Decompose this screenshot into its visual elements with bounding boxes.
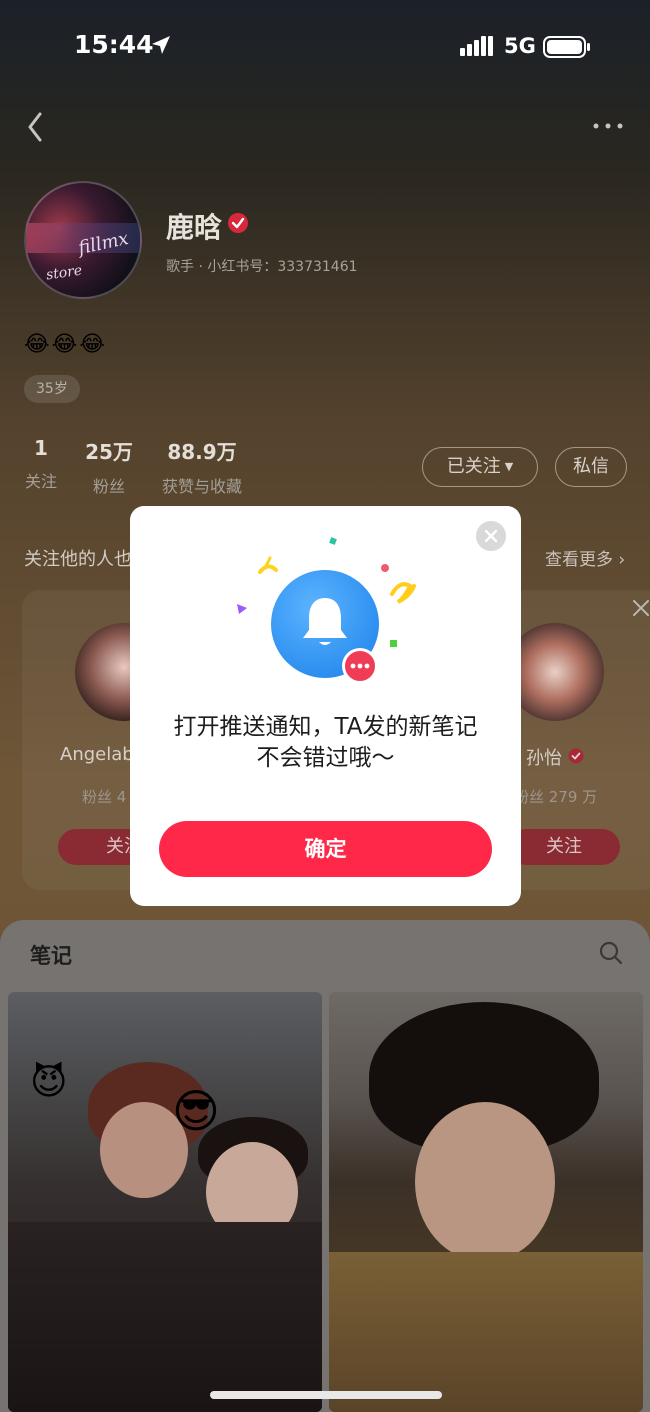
tab-notes[interactable]: 笔记 — [30, 940, 72, 970]
note-photo-face — [415, 1102, 555, 1262]
suggested-user-fans: 粉丝 4 — [82, 788, 127, 806]
caret-down-icon: ▼ — [504, 460, 514, 473]
following-button-label: 已关注 — [446, 456, 501, 477]
suggested-follow-button[interactable]: 关注 — [508, 829, 620, 865]
dialog-message-line-2: 不会错过哦～ — [256, 745, 395, 771]
see-more-link[interactable]: 查看更多 › — [545, 545, 625, 570]
more-dots-badge-icon — [342, 648, 378, 684]
age-tag: 35岁 — [24, 375, 80, 403]
home-indicator[interactable] — [210, 1391, 442, 1399]
signal-icon — [460, 36, 493, 56]
avatar-sub-text: store — [45, 262, 84, 284]
verified-badge-icon — [228, 213, 248, 233]
stat-likes-value: 88.9万 — [167, 440, 237, 464]
dots-icon — [350, 663, 370, 669]
see-more-label: 查看更多 — [545, 550, 613, 570]
note-photo-body — [8, 1222, 322, 1412]
status-time: 15:44 — [74, 30, 154, 59]
close-icon[interactable] — [476, 521, 506, 551]
status-bar: 15:44 5G — [0, 0, 650, 92]
close-icon[interactable] — [630, 597, 650, 619]
devil-emoji-sticker: 😈 — [30, 1062, 68, 1103]
bell-icon — [303, 598, 347, 645]
profile-name: 鹿晗 — [166, 211, 223, 244]
sunglasses-emoji-sticker: 😎 — [172, 1084, 220, 1138]
profile-sub-info: 歌手 · 小红书号：333731461 — [166, 259, 358, 275]
profile-screen: 15:44 5G fillmx store 鹿晗 歌手 · 小红书号：33373… — [0, 0, 650, 1412]
note-card[interactable] — [329, 992, 643, 1412]
bio-emojis: 😂😂😂 — [24, 332, 108, 357]
note-card[interactable]: 😈 😎 — [8, 992, 322, 1412]
stat-fans[interactable]: 25万 粉丝 — [84, 436, 134, 497]
stat-following-label: 关注 — [24, 472, 57, 491]
location-arrow-icon — [152, 36, 170, 54]
stat-following[interactable]: 1 关注 — [24, 436, 58, 492]
message-button[interactable]: 私信 — [555, 447, 627, 487]
more-icon[interactable] — [588, 112, 628, 140]
dialog-message-line-1: 打开推送通知，TA发的新笔记 — [173, 714, 478, 740]
search-icon[interactable] — [598, 940, 624, 966]
stat-fans-label: 粉丝 — [92, 477, 125, 496]
note-photo-body — [329, 1252, 643, 1412]
dialog-message: 打开推送通知，TA发的新笔记 不会错过哦～ — [130, 712, 521, 774]
stat-fans-value: 25万 — [85, 440, 133, 464]
battery-icon — [543, 36, 590, 58]
suggested-user-name: Angelab — [60, 744, 134, 765]
stat-likes[interactable]: 88.9万 获赞与收藏 — [158, 436, 246, 497]
stat-following-value: 1 — [34, 436, 48, 460]
confirm-button[interactable]: 确定 — [159, 821, 492, 877]
stat-likes-label: 获赞与收藏 — [161, 477, 242, 496]
verified-badge-icon — [568, 748, 584, 764]
following-button[interactable]: 已关注 ▼ — [422, 447, 538, 487]
back-icon[interactable] — [22, 110, 50, 144]
suggested-user-fans: 粉丝 279 万 — [514, 788, 598, 806]
suggested-title: 关注他的人也 — [24, 549, 132, 570]
network-label: 5G — [504, 34, 536, 58]
avatar[interactable]: fillmx store — [24, 181, 142, 299]
suggested-user-name: 孙怡 — [526, 748, 562, 769]
